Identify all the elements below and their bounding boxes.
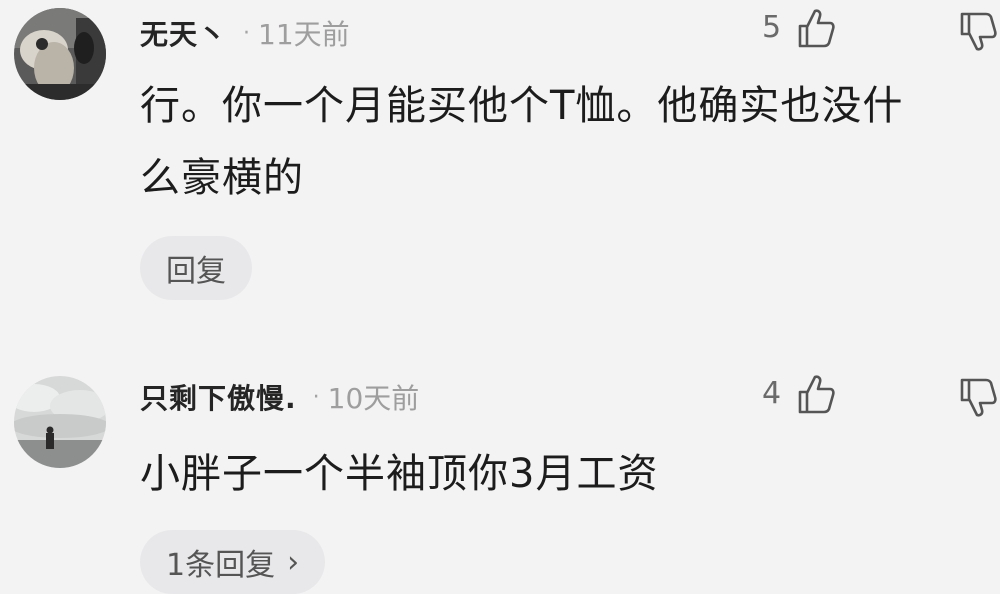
comment-text-line: 么豪横的 bbox=[140, 155, 304, 201]
chevron-right-icon: › bbox=[287, 544, 300, 580]
timestamp: 10天前 bbox=[327, 382, 420, 415]
reply-label: 1条回复 bbox=[166, 548, 276, 583]
username[interactable]: 只剩下傲慢. bbox=[140, 377, 297, 417]
comment-meta: 无天丶 · 11天前 bbox=[140, 13, 350, 53]
meta-separator: · bbox=[243, 20, 251, 46]
thumbs-up-icon[interactable] bbox=[796, 372, 836, 416]
thumbs-up-icon[interactable] bbox=[796, 6, 836, 50]
reply-button[interactable]: 回复 bbox=[140, 236, 252, 300]
comment-text: 小胖子一个半袖顶你3月工资 bbox=[140, 438, 1000, 510]
timestamp: 11天前 bbox=[258, 18, 350, 51]
username[interactable]: 无天丶 bbox=[140, 13, 227, 53]
like-count: 5 bbox=[762, 10, 782, 45]
view-replies-button[interactable]: 1条回复 › bbox=[140, 530, 326, 594]
avatar[interactable] bbox=[14, 376, 106, 468]
comment-text: 行。你一个月能买他个T恤。他确实也没什 么豪横的 bbox=[140, 70, 1000, 214]
comment-item: 只剩下傲慢. · 10天前 4 小胖子一个半袖顶你3月工资 1条回复 › bbox=[0, 360, 1000, 594]
comment-text-line: 行。你一个月能买他个T恤。他确实也没什 bbox=[140, 83, 904, 129]
thumbs-down-icon[interactable] bbox=[958, 376, 998, 420]
comment-item: 无天丶 · 11天前 5 行。你一个月能买他个T恤。他确实也没什 么豪横的 回复 bbox=[0, 0, 1000, 330]
photo-avatar-icon bbox=[14, 376, 106, 468]
comment-text-line: 小胖子一个半袖顶你3月工资 bbox=[140, 451, 659, 497]
photo-avatar-icon bbox=[14, 8, 106, 100]
meta-separator: · bbox=[312, 384, 320, 410]
avatar[interactable] bbox=[14, 8, 106, 100]
thumbs-down-icon[interactable] bbox=[958, 10, 998, 54]
comment-meta: 只剩下傲慢. · 10天前 bbox=[140, 377, 419, 417]
like-count: 4 bbox=[762, 376, 782, 411]
reply-label: 回复 bbox=[166, 254, 226, 289]
